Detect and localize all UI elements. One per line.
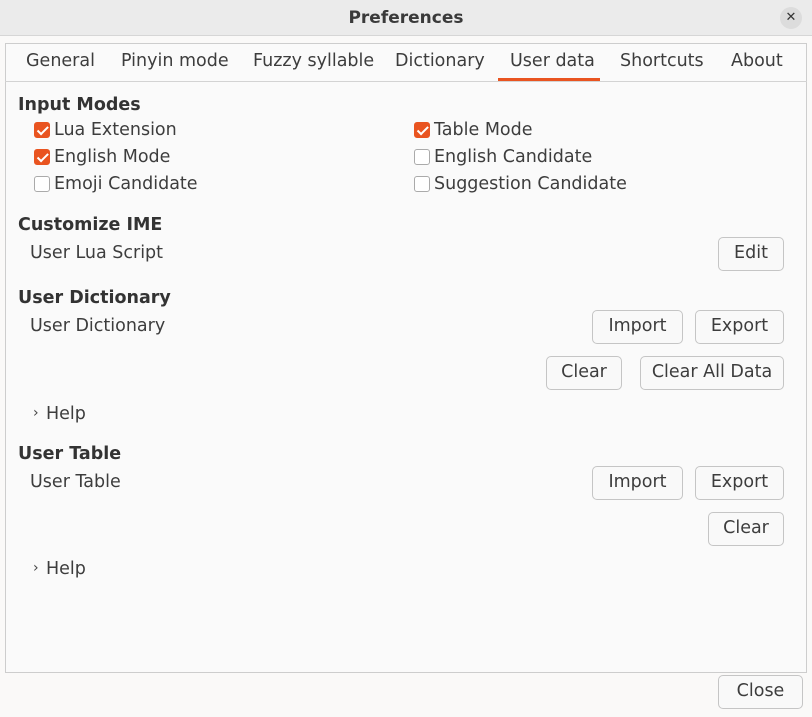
user-dictionary-heading: User Dictionary [18, 288, 171, 308]
dictionary-import-button[interactable]: Import [592, 310, 683, 344]
tab-pinyin-mode[interactable]: Pinyin mode [121, 51, 229, 71]
user-table-heading: User Table [18, 444, 122, 464]
tab-about[interactable]: About [731, 51, 783, 71]
close-icon[interactable]: ✕ [780, 7, 802, 29]
table-help-expander[interactable]: Help [46, 559, 86, 579]
user-lua-script-label: User Lua Script [30, 243, 164, 263]
table-mode-label[interactable]: Table Mode [434, 120, 533, 140]
user-dictionary-label: User Dictionary [30, 316, 166, 336]
user-table-label: User Table [30, 472, 121, 492]
tab-general[interactable]: General [26, 51, 95, 71]
dictionary-clear-button[interactable]: Clear [546, 356, 622, 390]
active-tab-indicator [498, 78, 600, 81]
table-clear-button[interactable]: Clear [708, 512, 784, 546]
dictionary-help-expander[interactable]: Help [46, 404, 86, 424]
tab-dictionary[interactable]: Dictionary [395, 51, 485, 71]
window-title: Preferences [348, 8, 464, 28]
tab-bar: General Pinyin mode Fuzzy syllable Dicti… [5, 43, 807, 82]
emoji-candidate-checkbox[interactable] [34, 176, 50, 192]
dictionary-clear-all-data-button[interactable]: Clear All Data [640, 356, 784, 390]
suggestion-candidate-label[interactable]: Suggestion Candidate [434, 174, 627, 194]
input-modes-heading: Input Modes [18, 95, 141, 115]
chevron-right-icon[interactable]: › [33, 405, 39, 421]
edit-lua-script-button[interactable]: Edit [718, 237, 784, 271]
table-mode-checkbox[interactable] [414, 122, 430, 138]
close-button[interactable]: Close [718, 675, 803, 709]
english-mode-label[interactable]: English Mode [54, 147, 170, 167]
customize-ime-heading: Customize IME [18, 215, 163, 235]
english-candidate-label[interactable]: English Candidate [434, 147, 592, 167]
lua-extension-label[interactable]: Lua Extension [54, 120, 177, 140]
tab-fuzzy-syllable[interactable]: Fuzzy syllable [253, 51, 374, 71]
tab-user-data[interactable]: User data [510, 51, 595, 71]
lua-extension-checkbox[interactable] [34, 122, 50, 138]
emoji-candidate-label[interactable]: Emoji Candidate [54, 174, 198, 194]
title-bar: Preferences ✕ [0, 0, 812, 36]
suggestion-candidate-checkbox[interactable] [414, 176, 430, 192]
english-candidate-checkbox[interactable] [414, 149, 430, 165]
english-mode-checkbox[interactable] [34, 149, 50, 165]
table-import-button[interactable]: Import [592, 466, 683, 500]
table-export-button[interactable]: Export [695, 466, 784, 500]
dictionary-export-button[interactable]: Export [695, 310, 784, 344]
tab-shortcuts[interactable]: Shortcuts [620, 51, 704, 71]
chevron-right-icon[interactable]: › [33, 560, 39, 576]
